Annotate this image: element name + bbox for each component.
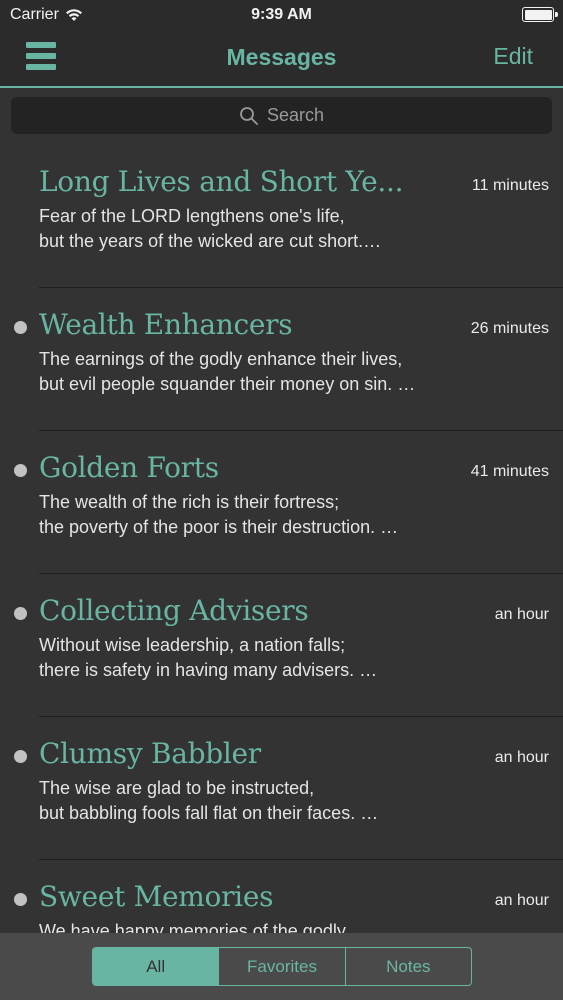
unread-dot-icon xyxy=(14,750,27,763)
message-time: 26 minutes xyxy=(470,320,549,337)
message-time: an hour xyxy=(494,606,549,623)
unread-dot-icon xyxy=(14,893,27,906)
battery-icon xyxy=(522,7,558,22)
message-time: an hour xyxy=(494,749,549,766)
preview-line: The earnings of the godly enhance their … xyxy=(39,349,403,369)
message-preview: Without wise leadership, a nation falls;… xyxy=(39,633,479,683)
list-item[interactable]: Collecting Advisers an hour Without wise… xyxy=(0,574,563,717)
message-title: Golden Forts xyxy=(39,451,219,484)
segmented-control: All Favorites Notes xyxy=(92,947,472,986)
page-title: Messages xyxy=(226,44,337,70)
preview-line: there is safety in having many advisers.… xyxy=(39,660,378,680)
unread-dot-icon xyxy=(14,464,27,477)
message-list: Long Lives and Short Ye... 11 minutes Fe… xyxy=(0,145,563,933)
message-time: 41 minutes xyxy=(470,463,549,480)
tab-favorites[interactable]: Favorites xyxy=(218,948,344,985)
message-preview: The wise are glad to be instructed, but … xyxy=(39,776,479,826)
search-icon xyxy=(240,106,258,125)
preview-line: but the years of the wicked are cut shor… xyxy=(39,231,382,251)
list-item[interactable]: Golden Forts 41 minutes The wealth of th… xyxy=(0,431,563,574)
message-preview: The earnings of the godly enhance their … xyxy=(39,347,479,397)
status-bar: Carrier 9:39 AM xyxy=(0,0,563,30)
preview-line: The wealth of the rich is their fortress… xyxy=(39,492,340,512)
message-time: 11 minutes xyxy=(471,177,549,194)
search-bar: Search xyxy=(0,90,563,142)
search-placeholder: Search xyxy=(266,105,325,125)
list-item[interactable]: Clumsy Babbler an hour The wise are glad… xyxy=(0,717,563,860)
message-time: an hour xyxy=(494,892,549,909)
tab-notes[interactable]: Notes xyxy=(344,948,471,985)
preview-line: but babbling fools fall flat on their fa… xyxy=(39,803,379,823)
message-title: Long Lives and Short Ye... xyxy=(39,165,404,198)
preview-line: but evil people squander their money on … xyxy=(39,374,416,394)
search-input[interactable]: Search xyxy=(11,97,552,134)
status-time: 9:39 AM xyxy=(251,6,312,23)
message-title: Clumsy Babbler xyxy=(39,737,261,770)
message-preview: We have happy memories of the godly, xyxy=(39,919,479,933)
unread-dot-icon xyxy=(14,607,27,620)
message-preview: Fear of the LORD lengthens one's life, b… xyxy=(39,204,479,254)
nav-bar: Messages Edit xyxy=(0,30,563,88)
preview-line: Without wise leadership, a nation falls; xyxy=(39,635,346,655)
message-title: Sweet Memories xyxy=(39,880,274,913)
list-item[interactable]: Long Lives and Short Ye... 11 minutes Fe… xyxy=(0,145,563,288)
preview-line: the poverty of the poor is their destruc… xyxy=(39,517,399,537)
message-title: Wealth Enhancers xyxy=(39,308,293,341)
preview-line: We have happy memories of the godly, xyxy=(39,921,350,933)
preview-line: The wise are glad to be instructed, xyxy=(39,778,315,798)
message-title: Collecting Advisers xyxy=(39,594,309,627)
unread-dot-icon xyxy=(14,321,27,334)
list-item[interactable]: Wealth Enhancers 26 minutes The earnings… xyxy=(0,288,563,431)
list-item[interactable]: Sweet Memories an hour We have happy mem… xyxy=(0,860,563,933)
message-preview: The wealth of the rich is their fortress… xyxy=(39,490,479,540)
tab-bar: All Favorites Notes xyxy=(0,933,563,1000)
edit-button[interactable]: Edit xyxy=(493,43,533,70)
tab-all[interactable]: All xyxy=(93,948,219,985)
preview-line: Fear of the LORD lengthens one's life, xyxy=(39,206,345,226)
